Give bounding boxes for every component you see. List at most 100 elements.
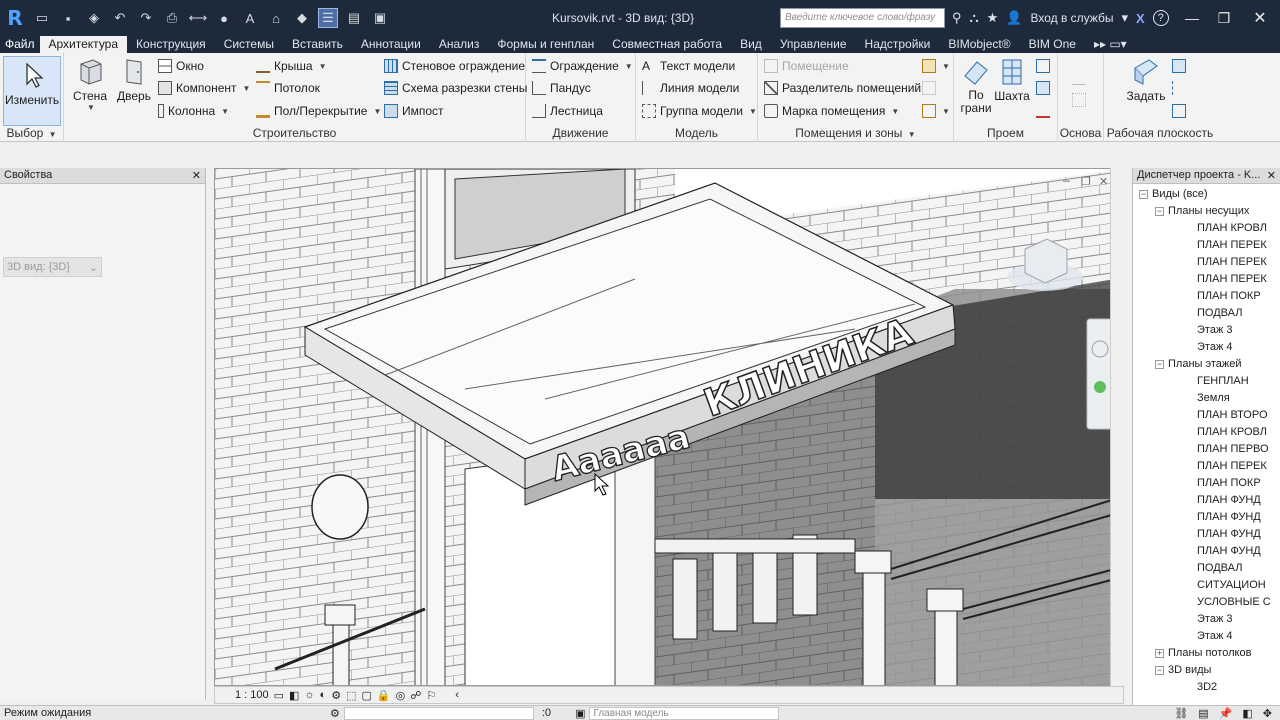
- collapse-icon[interactable]: −: [1155, 207, 1164, 216]
- detail-level-icon[interactable]: ▭: [274, 689, 284, 702]
- reveal-hidden-icon[interactable]: ☍: [410, 689, 421, 702]
- railing-button[interactable]: Ограждение ▼: [532, 59, 633, 73]
- view-scale[interactable]: 1 : 100: [235, 689, 269, 701]
- room-button[interactable]: Помещение: [764, 59, 849, 73]
- tab-12[interactable]: BIMobject®: [939, 36, 1019, 53]
- tree-node[interactable]: ПЛАН ВТОРО: [1133, 407, 1280, 424]
- tree-node[interactable]: ПЛАН ПОКР: [1133, 288, 1280, 305]
- tree-node[interactable]: + Планы потолков: [1133, 645, 1280, 662]
- print-icon[interactable]: ⎙: [162, 8, 182, 28]
- curtain-system-button[interactable]: Стеновое ограждение: [384, 59, 525, 73]
- tree-node[interactable]: 3D2: [1133, 679, 1280, 696]
- revit-logo-icon[interactable]: R: [4, 5, 26, 31]
- select-by-face-icon[interactable]: ◧: [1242, 707, 1252, 720]
- help-icon[interactable]: ?: [1152, 10, 1169, 26]
- worksets-icon[interactable]: ⚙: [330, 707, 340, 720]
- temp-hide-icon[interactable]: ◎: [396, 689, 406, 702]
- tree-node[interactable]: ПЛАН ПЕРЕК: [1133, 271, 1280, 288]
- vertical-opening-button[interactable]: [1036, 81, 1050, 95]
- tab-5[interactable]: Аннотации: [352, 36, 430, 53]
- text-icon[interactable]: A: [240, 8, 260, 28]
- tabs-overflow-icon[interactable]: ▸▸ ▭▾: [1085, 36, 1136, 53]
- tree-node[interactable]: СИТУАЦИОН: [1133, 577, 1280, 594]
- collapse-icon[interactable]: −: [1139, 190, 1148, 199]
- save-icon[interactable]: ▪: [58, 8, 78, 28]
- room-tag-button[interactable]: Марка помещения ▼: [764, 104, 899, 118]
- shadows-icon[interactable]: ◐: [320, 689, 327, 701]
- undo-icon[interactable]: ↶: [110, 8, 130, 28]
- minimize-view-icon[interactable]: ─: [1062, 175, 1070, 188]
- area-boundary-button[interactable]: [922, 81, 936, 95]
- tab-13[interactable]: BIM One: [1020, 36, 1085, 53]
- restore-icon[interactable]: ❐: [1208, 0, 1240, 36]
- tree-node[interactable]: − Виды (все): [1133, 186, 1280, 203]
- tab-2[interactable]: Конструкция: [127, 36, 215, 53]
- tab-11[interactable]: Надстройки: [856, 36, 940, 53]
- search-input[interactable]: Введите ключевое слово/фразу: [780, 8, 945, 28]
- model-line-button[interactable]: Линия модели: [642, 81, 739, 95]
- modify-button[interactable]: Изменить: [3, 56, 61, 126]
- tree-node[interactable]: ПЛАН ПОКР: [1133, 475, 1280, 492]
- ref-plane-button[interactable]: [1172, 81, 1186, 95]
- section-icon[interactable]: ◆: [292, 8, 312, 28]
- close-icon[interactable]: ✕: [192, 169, 201, 182]
- crop-view-icon[interactable]: ⬚: [346, 689, 356, 702]
- design-options-icon[interactable]: ▣: [575, 707, 585, 720]
- shaft-button[interactable]: Шахта: [994, 56, 1030, 103]
- wall-dropdown-icon[interactable]: ▼: [87, 103, 95, 112]
- select-underlay-icon[interactable]: ▤: [1198, 707, 1208, 720]
- tree-node[interactable]: Этаж 3: [1133, 611, 1280, 628]
- level-button[interactable]: [1072, 71, 1086, 85]
- tree-node[interactable]: ПЛАН ФУНД: [1133, 526, 1280, 543]
- area-tag-button[interactable]: ▼: [922, 104, 950, 118]
- model-group-button[interactable]: Группа модели ▼: [642, 104, 757, 118]
- door-button[interactable]: Дверь: [116, 56, 152, 103]
- tree-node[interactable]: ПОДВАЛ: [1133, 305, 1280, 322]
- tree-node[interactable]: ПЛАН КРОВЛ: [1133, 220, 1280, 237]
- redo-icon[interactable]: ↷: [136, 8, 156, 28]
- select-links-icon[interactable]: ⛓: [1174, 707, 1188, 720]
- wall-button[interactable]: Стена ▼: [72, 56, 108, 112]
- tree-node[interactable]: УСЛОВНЫЕ С: [1133, 594, 1280, 611]
- sync-icon[interactable]: ◈: [84, 8, 104, 28]
- tab-4[interactable]: Вставить: [283, 36, 352, 53]
- type-selector[interactable]: 3D вид: {3D} ⌄: [3, 257, 102, 277]
- tree-node[interactable]: ПЛАН ФУНД: [1133, 543, 1280, 560]
- select-pinned-icon[interactable]: 📌: [1219, 707, 1233, 720]
- model-text-button[interactable]: A Текст модели: [642, 59, 735, 73]
- area-button[interactable]: ▼: [922, 59, 950, 73]
- restore-view-icon[interactable]: ❐: [1081, 175, 1091, 188]
- tree-node[interactable]: Земля: [1133, 390, 1280, 407]
- tree-node[interactable]: ПОДВАЛ: [1133, 560, 1280, 577]
- tab-7[interactable]: Формы и генплан: [488, 36, 603, 53]
- component-button[interactable]: Компонент ▼: [158, 81, 250, 95]
- login-link[interactable]: Вход в службы: [1030, 11, 1113, 25]
- tree-node[interactable]: −3D виды: [1133, 662, 1280, 679]
- tag-icon[interactable]: ●: [214, 8, 234, 28]
- subscription-icon[interactable]: ⛬: [970, 10, 979, 26]
- tree-node[interactable]: ПЛАН ПЕРВО: [1133, 441, 1280, 458]
- visual-style-icon[interactable]: ◧: [289, 689, 299, 702]
- tab-9[interactable]: Вид: [731, 36, 771, 53]
- tab-10[interactable]: Управление: [771, 36, 856, 53]
- tree-node[interactable]: Этаж 3: [1133, 322, 1280, 339]
- room-separator-button[interactable]: Разделитель помещений: [764, 81, 921, 95]
- lock-view-icon[interactable]: 🔒: [377, 689, 391, 702]
- stair-button[interactable]: Лестница: [532, 104, 603, 118]
- mullion-button[interactable]: Импост: [384, 104, 444, 118]
- binoculars-icon[interactable]: ⚲: [952, 10, 962, 26]
- expand-icon[interactable]: +: [1155, 649, 1164, 658]
- set-workplane-button[interactable]: Задать: [1124, 56, 1168, 103]
- tree-node[interactable]: ГЕНПЛАН: [1133, 373, 1280, 390]
- scroll-left-icon[interactable]: ‹: [455, 689, 459, 701]
- minimize-icon[interactable]: —: [1176, 0, 1208, 36]
- viewport-scrollbar[interactable]: [1110, 168, 1124, 686]
- collapse-icon[interactable]: −: [1155, 666, 1164, 675]
- design-option-field[interactable]: Главная модель: [589, 706, 780, 720]
- sun-path-icon[interactable]: ☼: [304, 689, 314, 701]
- floor-button[interactable]: Пол/Перекрытие ▼: [256, 104, 381, 118]
- switch-windows-icon[interactable]: ▣: [370, 8, 390, 28]
- tree-node[interactable]: ПЛАН ПЕРЕК: [1133, 237, 1280, 254]
- 3d-viewport[interactable]: КЛИНИКА Аааааа ─ ❐ ✕: [214, 168, 1124, 686]
- column-button[interactable]: Колонна ▼: [158, 104, 229, 118]
